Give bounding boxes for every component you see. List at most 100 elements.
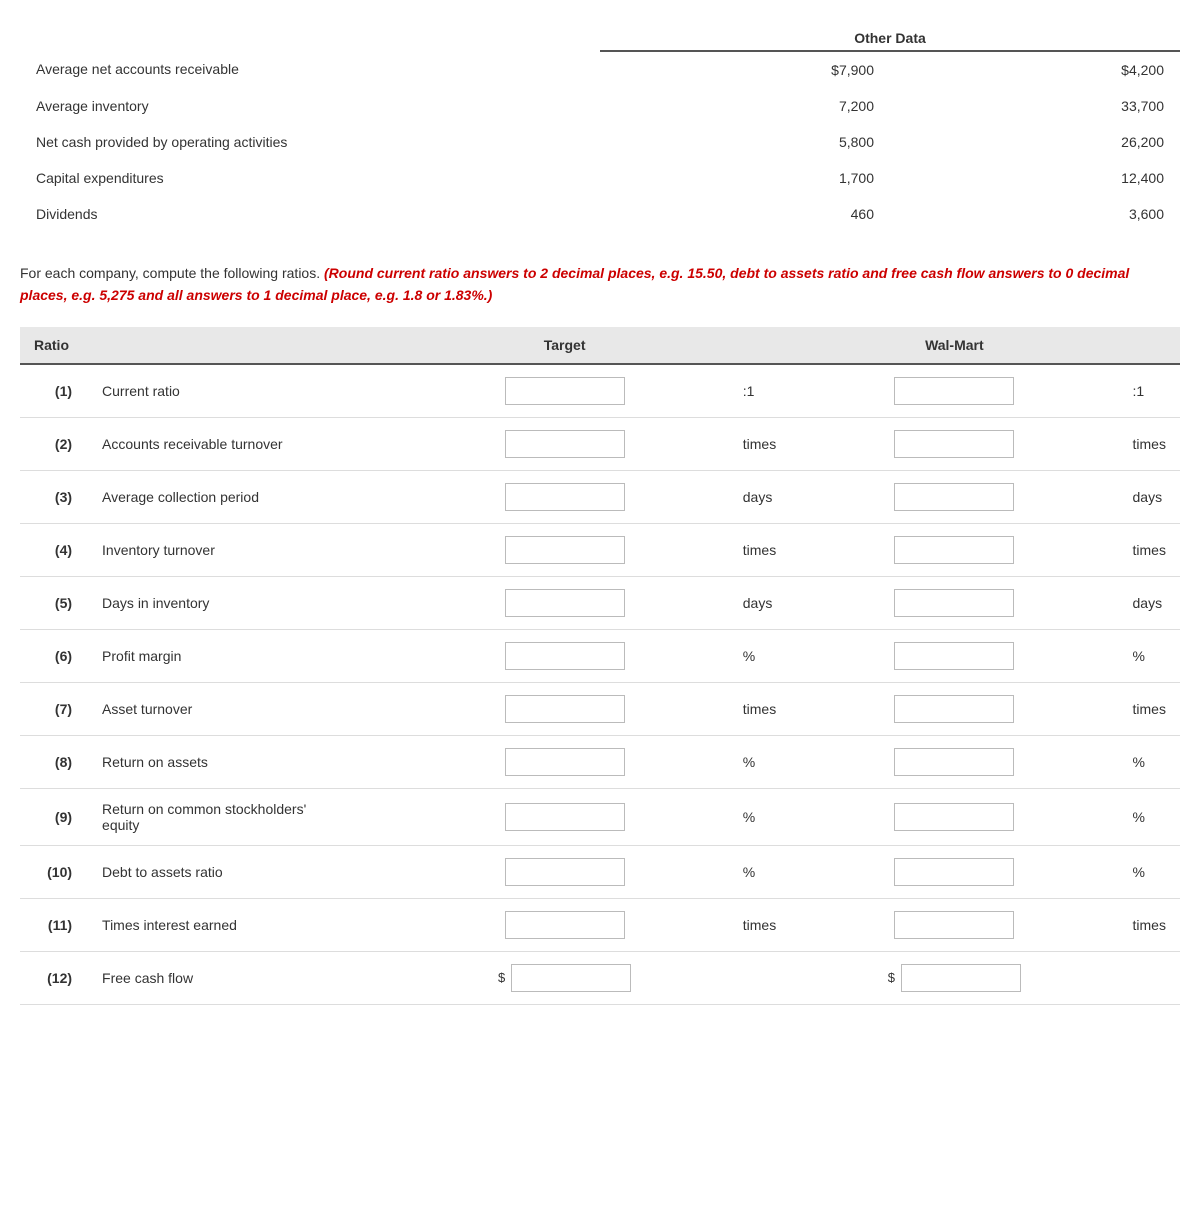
ratio-target-unit: times <box>729 417 790 470</box>
instruction-prefix: For each company, compute the following … <box>20 265 320 281</box>
ratio-target-input[interactable] <box>505 695 625 723</box>
th-walmart: Wal-Mart <box>790 327 1118 364</box>
other-data-walmart: 12,400 <box>890 160 1180 196</box>
ratio-walmart-unit: times <box>1119 682 1180 735</box>
ratio-target-input-area <box>400 417 728 470</box>
ratio-label: Current ratio <box>88 364 400 418</box>
ratio-label: Return on common stockholders'equity <box>88 788 400 845</box>
ratio-target-input[interactable] <box>505 748 625 776</box>
ratio-label: Days in inventory <box>88 576 400 629</box>
ratio-target-input[interactable] <box>511 964 631 992</box>
walmart-dollar-sign: $ <box>888 970 895 985</box>
ratio-target-input[interactable] <box>505 589 625 617</box>
ratio-num: (3) <box>20 470 88 523</box>
ratio-target-unit: times <box>729 523 790 576</box>
ratio-walmart-input[interactable] <box>894 695 1014 723</box>
other-data-target: 460 <box>600 196 890 232</box>
ratio-target-input-area <box>400 845 728 898</box>
ratio-walmart-input-area <box>790 682 1118 735</box>
ratio-target-input-area <box>400 735 728 788</box>
ratio-num: (10) <box>20 845 88 898</box>
ratio-label: Inventory turnover <box>88 523 400 576</box>
ratio-walmart-input[interactable] <box>894 377 1014 405</box>
ratio-row: (7) Asset turnover times times <box>20 682 1180 735</box>
ratio-num: (5) <box>20 576 88 629</box>
ratio-target-input[interactable] <box>505 911 625 939</box>
ratio-walmart-input[interactable] <box>894 430 1014 458</box>
other-data-walmart: 3,600 <box>890 196 1180 232</box>
ratio-target-unit: % <box>729 845 790 898</box>
ratio-label: Profit margin <box>88 629 400 682</box>
ratio-target-input-area <box>400 523 728 576</box>
ratio-target-unit: % <box>729 629 790 682</box>
ratio-target-input[interactable] <box>505 803 625 831</box>
ratio-walmart-unit: % <box>1119 629 1180 682</box>
ratio-walmart-input[interactable] <box>894 858 1014 886</box>
ratio-walmart-input[interactable] <box>894 642 1014 670</box>
ratio-walmart-input[interactable] <box>894 589 1014 617</box>
other-data-label: Net cash provided by operating activitie… <box>20 124 600 160</box>
ratio-row: (2) Accounts receivable turnover times t… <box>20 417 1180 470</box>
target-dollar-sign: $ <box>498 970 505 985</box>
ratio-row: (9) Return on common stockholders'equity… <box>20 788 1180 845</box>
ratio-walmart-unit: % <box>1119 735 1180 788</box>
ratio-target-unit: % <box>729 735 790 788</box>
ratio-row: (8) Return on assets % % <box>20 735 1180 788</box>
other-data-row: Average net accounts receivable $7,900 $… <box>20 51 1180 88</box>
ratio-target-input-area <box>400 682 728 735</box>
ratio-walmart-unit: times <box>1119 523 1180 576</box>
ratio-target-unit: days <box>729 470 790 523</box>
other-data-walmart: 26,200 <box>890 124 1180 160</box>
ratio-target-input[interactable] <box>505 642 625 670</box>
ratio-walmart-input[interactable] <box>894 803 1014 831</box>
ratio-walmart-input-area <box>790 470 1118 523</box>
ratio-target-input[interactable] <box>505 430 625 458</box>
th-ratio: Ratio <box>20 327 400 364</box>
ratio-target-input[interactable] <box>505 483 625 511</box>
ratio-row: (6) Profit margin % % <box>20 629 1180 682</box>
ratio-walmart-unit: % <box>1119 788 1180 845</box>
ratio-walmart-input[interactable] <box>894 483 1014 511</box>
other-data-label: Average net accounts receivable <box>20 51 600 88</box>
ratio-target-input-area <box>400 629 728 682</box>
ratio-walmart-input-area: $ <box>790 951 1118 1004</box>
other-data-row: Capital expenditures 1,700 12,400 <box>20 160 1180 196</box>
ratio-walmart-input-area <box>790 845 1118 898</box>
other-data-label: Average inventory <box>20 88 600 124</box>
other-data-target: 7,200 <box>600 88 890 124</box>
ratio-walmart-input-area <box>790 898 1118 951</box>
other-data-walmart: $4,200 <box>890 51 1180 88</box>
ratio-target-input[interactable] <box>505 536 625 564</box>
ratio-walmart-input-area <box>790 417 1118 470</box>
ratio-num: (12) <box>20 951 88 1004</box>
instruction-text: For each company, compute the following … <box>20 262 1180 307</box>
ratio-walmart-input[interactable] <box>901 964 1021 992</box>
ratio-walmart-unit: % <box>1119 845 1180 898</box>
ratio-walmart-unit: :1 <box>1119 364 1180 418</box>
th-target: Target <box>400 327 728 364</box>
ratio-target-unit: :1 <box>729 364 790 418</box>
ratio-num: (8) <box>20 735 88 788</box>
other-data-row: Dividends 460 3,600 <box>20 196 1180 232</box>
ratio-target-input[interactable] <box>505 377 625 405</box>
ratio-row: (4) Inventory turnover times times <box>20 523 1180 576</box>
ratio-num: (4) <box>20 523 88 576</box>
ratio-walmart-input[interactable] <box>894 748 1014 776</box>
ratio-row: (11) Times interest earned times times <box>20 898 1180 951</box>
other-data-row: Net cash provided by operating activitie… <box>20 124 1180 160</box>
ratio-row: (1) Current ratio :1 :1 <box>20 364 1180 418</box>
ratio-label: Debt to assets ratio <box>88 845 400 898</box>
ratios-table: Ratio Target Wal-Mart (1) Current ratio … <box>20 327 1180 1005</box>
ratio-target-input-area <box>400 470 728 523</box>
ratio-target-input[interactable] <box>505 858 625 886</box>
ratio-target-unit: days <box>729 576 790 629</box>
ratio-walmart-input[interactable] <box>894 911 1014 939</box>
ratio-row: (5) Days in inventory days days <box>20 576 1180 629</box>
ratio-num: (7) <box>20 682 88 735</box>
ratio-walmart-input[interactable] <box>894 536 1014 564</box>
ratio-walmart-input-area <box>790 364 1118 418</box>
ratio-label: Asset turnover <box>88 682 400 735</box>
other-data-label: Dividends <box>20 196 600 232</box>
ratio-label: Accounts receivable turnover <box>88 417 400 470</box>
ratio-target-unit: % <box>729 788 790 845</box>
